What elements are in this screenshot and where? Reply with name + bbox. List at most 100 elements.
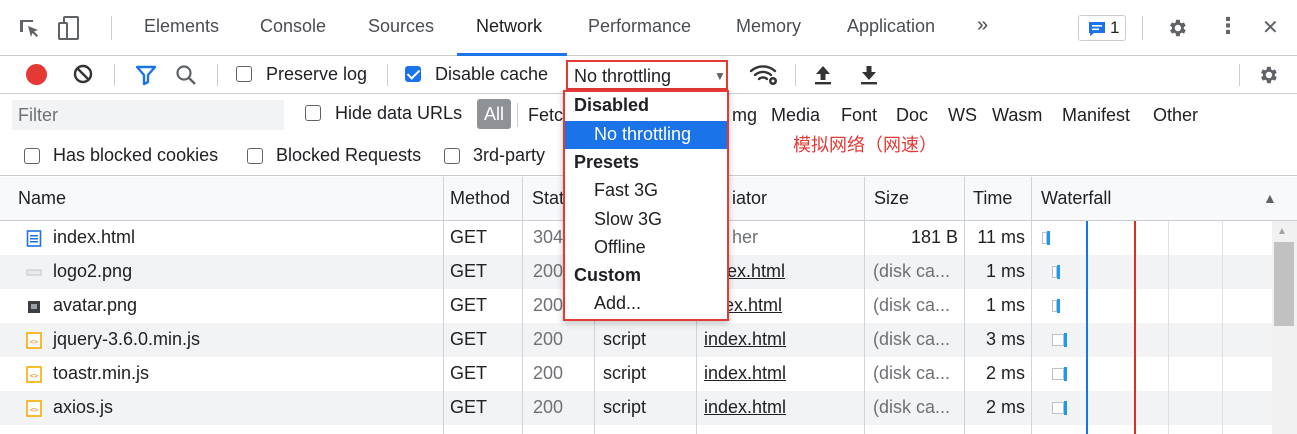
preserve-log-label: Preserve log	[266, 64, 368, 84]
cell-initiator[interactable]: ex.html	[724, 295, 782, 316]
column-divider	[522, 177, 523, 434]
filter-type-img[interactable]: mg	[732, 105, 757, 126]
network-conditions-wifi-icon[interactable]	[748, 60, 780, 88]
tab-console[interactable]: Console	[260, 16, 326, 37]
cell-name: jquery-3.6.0.min.js	[53, 329, 201, 349]
filter-input[interactable]	[12, 100, 284, 130]
column-header-initiator[interactable]: iator	[732, 188, 767, 209]
cell-initiator[interactable]: index.html	[704, 363, 786, 384]
cell-size: (disk ca...	[873, 363, 951, 383]
sort-ascending-icon[interactable]: ▲	[1263, 190, 1277, 206]
separator	[1239, 64, 1240, 86]
has-blocked-cookies-checkbox[interactable]	[24, 148, 40, 164]
clear-icon[interactable]	[72, 63, 94, 85]
tab-performance[interactable]: Performance	[588, 16, 691, 37]
column-divider	[1031, 177, 1032, 434]
table-row[interactable]: <> toastr.min.js GET 200 script index.html (di…	[0, 357, 1272, 391]
settings-gear-icon[interactable]	[1166, 17, 1188, 39]
dropdown-option-slow-3g[interactable]: Slow 3G	[565, 206, 727, 234]
annotation-note: 模拟网络（网速）	[793, 135, 937, 156]
waterfall-queue-bar	[1052, 334, 1064, 346]
waterfall-download-bar	[1057, 299, 1060, 313]
blocked-requests-label: Blocked Requests	[276, 145, 422, 165]
cell-time: 1 ms	[985, 261, 1025, 281]
filter-type-fetch[interactable]: Fetc	[528, 105, 563, 126]
cell-method: GET	[450, 329, 488, 349]
filter-type-manifest[interactable]: Manifest	[1062, 105, 1130, 126]
throttling-select[interactable]: No throttling ▼	[566, 60, 728, 90]
cell-type: script	[603, 363, 647, 383]
tab-elements[interactable]: Elements	[144, 16, 219, 37]
issues-badge[interactable]: 1	[1078, 15, 1126, 41]
cell-initiator[interactable]: index.html	[704, 397, 786, 418]
table-row[interactable]: <> jquery-3.6.0.min.js GET 200 script index.h…	[0, 323, 1272, 357]
tab-sources[interactable]: Sources	[368, 16, 434, 37]
scrollbar-thumb[interactable]	[1274, 242, 1294, 326]
waterfall-download-bar	[1064, 333, 1067, 347]
network-settings-gear-icon[interactable]	[1257, 64, 1279, 86]
cell-time: 2 ms	[985, 397, 1025, 417]
throttling-dropdown-menu: Disabled No throttling Presets Fast 3G S…	[563, 90, 729, 321]
third-party-checkbox[interactable]	[444, 148, 460, 164]
column-header-method[interactable]: Method	[450, 188, 510, 209]
record-icon[interactable]	[26, 64, 47, 85]
waterfall-grid-line	[1222, 221, 1223, 434]
filter-type-media[interactable]: Media	[771, 105, 820, 126]
more-tabs-chevron-icon[interactable]: »	[977, 14, 988, 37]
more-options-kebab-icon[interactable]: ⋮	[1217, 13, 1239, 39]
hide-data-urls-checkbox[interactable]	[305, 105, 321, 121]
cell-status: 200	[533, 261, 564, 281]
cell-size: (disk ca...	[873, 397, 951, 417]
cell-size: (disk ca...	[873, 295, 951, 315]
search-icon[interactable]	[174, 63, 198, 87]
cell-status: 304	[533, 227, 564, 247]
inspect-element-icon[interactable]	[18, 17, 42, 41]
column-divider	[964, 177, 965, 434]
waterfall-load-line	[1134, 221, 1136, 434]
dropdown-option-fast-3g[interactable]: Fast 3G	[565, 177, 727, 205]
column-header-size[interactable]: Size	[874, 188, 909, 209]
tab-application[interactable]: Application	[847, 16, 935, 37]
waterfall-grid-line	[1168, 221, 1169, 434]
device-toolbar-icon[interactable]	[50, 15, 90, 41]
tab-network[interactable]: Network	[476, 16, 542, 37]
dropdown-option-offline[interactable]: Offline	[565, 234, 727, 262]
image-file-icon	[26, 269, 42, 276]
devtools-tab-bar: Elements Console Sources Network Perform…	[0, 0, 1297, 56]
cell-initiator[interactable]: index.html	[704, 329, 786, 350]
cell-time: 11 ms	[977, 227, 1025, 247]
filter-funnel-icon[interactable]	[135, 64, 157, 86]
column-header-time[interactable]: Time	[973, 188, 1012, 209]
dropdown-option-add[interactable]: Add...	[565, 290, 727, 318]
column-header-name[interactable]: Name	[18, 188, 66, 209]
table-row[interactable]: <> axios.js GET 200 script index.html (disk ca…	[0, 391, 1272, 425]
separator	[517, 103, 518, 127]
filter-type-doc[interactable]: Doc	[896, 105, 928, 126]
svg-text:<>: <>	[30, 406, 38, 414]
dropdown-option-no-throttling[interactable]: No throttling	[565, 121, 727, 149]
filter-type-font[interactable]: Font	[841, 105, 877, 126]
filter-type-all[interactable]: All	[477, 99, 511, 129]
column-header-status[interactable]: Stat	[532, 188, 564, 209]
tab-memory[interactable]: Memory	[736, 16, 801, 37]
issues-count: 1	[1110, 18, 1120, 37]
filter-type-wasm[interactable]: Wasm	[992, 105, 1042, 126]
export-har-download-icon[interactable]	[858, 63, 880, 87]
waterfall-dom-content-loaded-line	[1086, 221, 1088, 434]
filter-type-ws[interactable]: WS	[948, 105, 977, 126]
blocked-requests-checkbox[interactable]	[247, 148, 263, 164]
cell-time: 3 ms	[985, 329, 1025, 349]
column-header-waterfall[interactable]: Waterfall	[1041, 188, 1111, 209]
preserve-log-checkbox[interactable]	[236, 66, 252, 82]
cell-name: index.html	[53, 227, 136, 247]
import-har-upload-icon[interactable]	[812, 63, 834, 87]
separator	[387, 64, 388, 86]
cell-size: (disk ca...	[873, 329, 951, 349]
cell-time: 2 ms	[985, 363, 1025, 383]
svg-text:<>: <>	[30, 372, 38, 380]
scroll-up-arrow-icon[interactable]: ▲	[1277, 226, 1287, 237]
cell-initiator: her	[732, 227, 759, 247]
filter-type-other[interactable]: Other	[1153, 105, 1198, 126]
close-devtools-icon[interactable]: ✕	[1262, 15, 1279, 40]
disable-cache-checkbox[interactable]	[405, 66, 421, 82]
